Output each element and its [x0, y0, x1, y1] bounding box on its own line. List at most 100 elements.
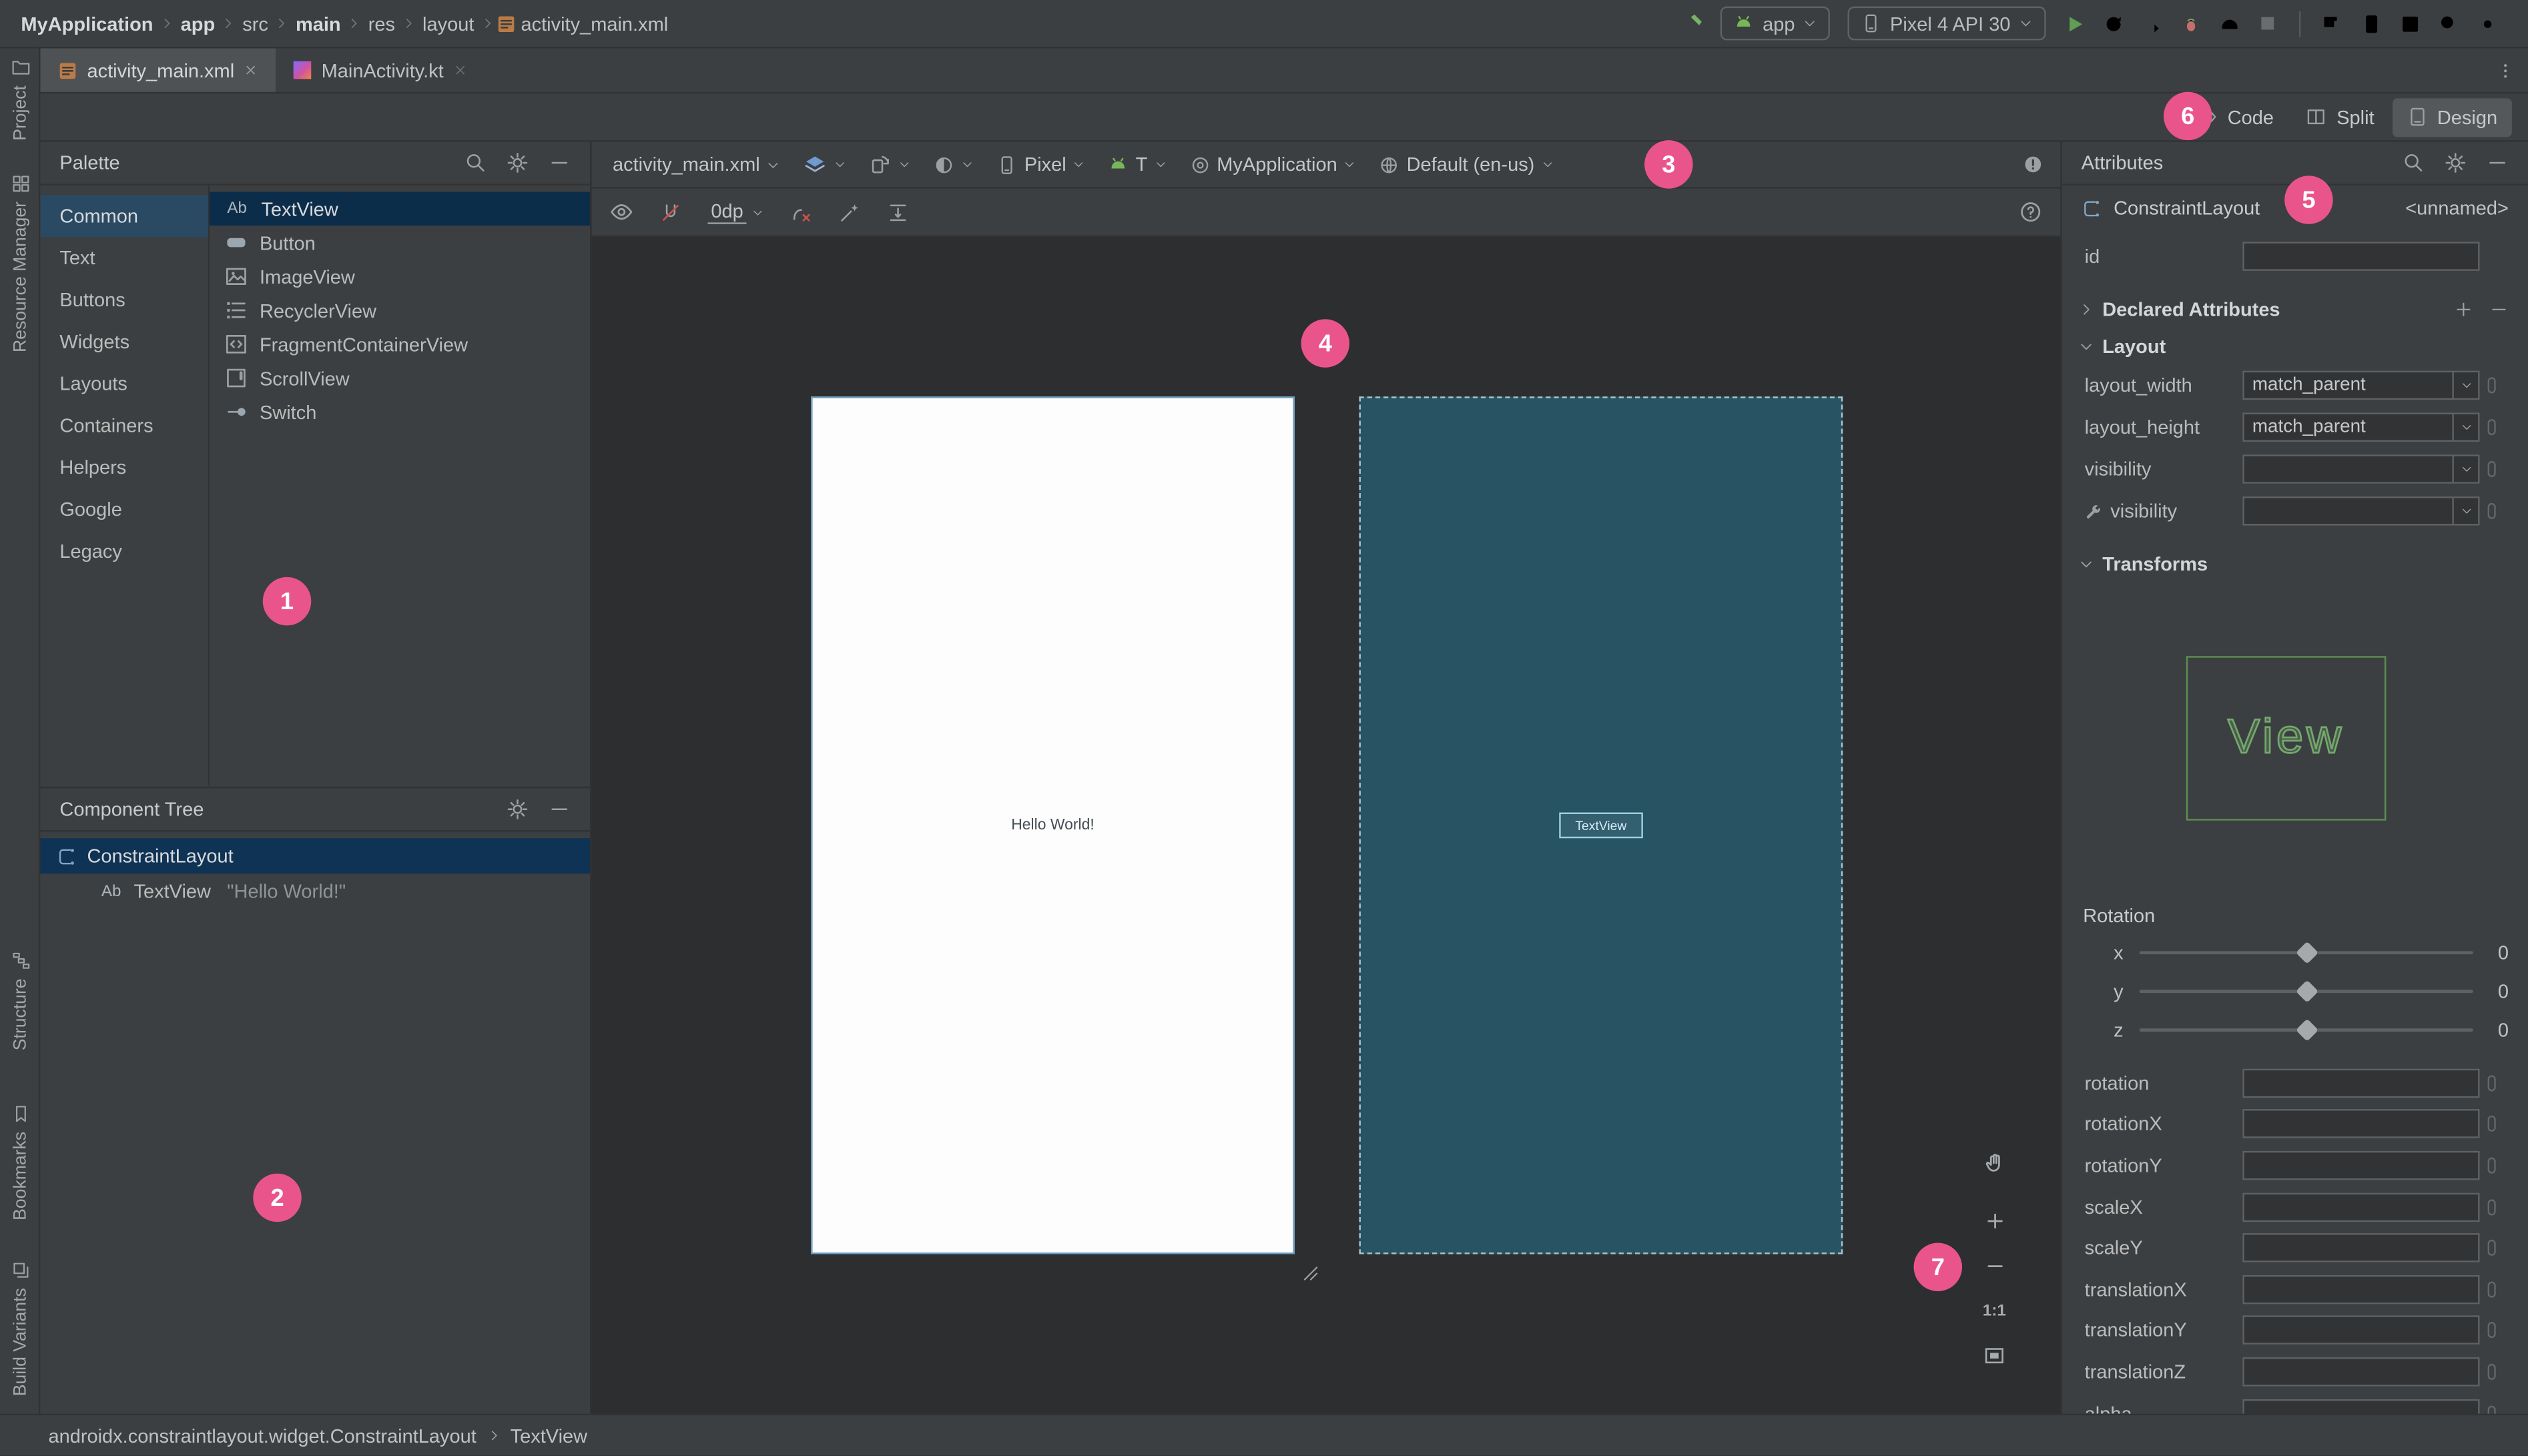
pin-toggle[interactable]	[2487, 1116, 2496, 1132]
sdk-manager-icon[interactable]	[2391, 5, 2429, 42]
palette-category-layouts[interactable]: Layouts	[40, 363, 208, 405]
palette-item-textview[interactable]: Ab TextView	[210, 192, 591, 226]
pin-toggle[interactable]	[2487, 1074, 2496, 1092]
night-mode-select[interactable]	[929, 145, 979, 184]
mode-design-button[interactable]: Design	[2392, 97, 2512, 137]
breadcrumb-main[interactable]: main	[291, 12, 346, 35]
run-button[interactable]	[2056, 5, 2093, 42]
rotation-y-input[interactable]	[2242, 1150, 2480, 1180]
issues-panel-icon[interactable]	[2021, 153, 2044, 176]
pin-toggle[interactable]	[2487, 1322, 2496, 1339]
settings-gear-icon[interactable]	[2469, 5, 2506, 42]
pin-toggle[interactable]	[2487, 377, 2496, 394]
layout-inspector-icon[interactable]	[2314, 5, 2351, 42]
slider-thumb[interactable]	[2294, 980, 2318, 1003]
zoom-reset-button[interactable]: 1:1	[1975, 1291, 2013, 1330]
layout-height-dropdown[interactable]: match_parent	[2242, 412, 2480, 442]
palette-item-imageview[interactable]: ImageView	[210, 260, 590, 294]
tree-item-textview[interactable]: Ab TextView "Hello World!"	[40, 873, 590, 909]
translation-y-input[interactable]	[2242, 1316, 2480, 1345]
rotation-z-slider[interactable]	[2139, 1018, 2473, 1042]
rotation-x-slider[interactable]	[2139, 941, 2473, 964]
build-hammer-icon[interactable]	[1674, 5, 1711, 42]
device-select[interactable]: Pixel	[992, 145, 1090, 184]
hello-world-textview[interactable]: Hello World!	[813, 817, 1293, 835]
file-variant-select[interactable]: activity_main.xml	[608, 145, 786, 184]
help-icon[interactable]	[2019, 200, 2043, 224]
add-attribute-icon[interactable]	[2454, 299, 2473, 318]
close-tab-icon[interactable]	[244, 63, 259, 77]
palette-item-button[interactable]: Button	[210, 226, 590, 260]
layout-width-dropdown[interactable]: match_parent	[2242, 370, 2480, 400]
theme-select[interactable]: MyApplication	[1185, 145, 1361, 184]
close-tab-icon[interactable]	[453, 63, 468, 77]
slider-thumb[interactable]	[2294, 941, 2318, 964]
palette-item-scrollview[interactable]: ScrollView	[210, 361, 590, 395]
pan-hand-icon[interactable]	[1975, 1143, 2013, 1182]
status-selected-view[interactable]: TextView	[511, 1424, 588, 1447]
canvas-resize-handle[interactable]	[1301, 1264, 1321, 1283]
status-path[interactable]: androidx.constraintlayout.widget.Constra…	[48, 1424, 476, 1447]
alpha-input[interactable]	[2242, 1398, 2480, 1414]
scale-y-input[interactable]	[2242, 1233, 2480, 1262]
zoom-in-button[interactable]	[1975, 1201, 2013, 1240]
pin-toggle[interactable]	[2487, 1363, 2496, 1380]
pin-toggle[interactable]	[2487, 1240, 2496, 1256]
palette-category-text[interactable]: Text	[40, 237, 208, 279]
stripe-build-variants[interactable]: Build Variants	[0, 1260, 40, 1396]
scale-x-input[interactable]	[2242, 1192, 2480, 1222]
locale-select[interactable]: Default (en-us)	[1374, 145, 1558, 184]
hide-panel-icon[interactable]	[548, 151, 571, 174]
visibility-dropdown[interactable]	[2242, 454, 2480, 484]
palette-category-helpers[interactable]: Helpers	[40, 446, 208, 488]
zoom-to-fit-button[interactable]	[1975, 1337, 2013, 1375]
palette-category-buttons[interactable]: Buttons	[40, 279, 208, 321]
pin-toggle[interactable]	[2487, 502, 2496, 519]
palette-category-containers[interactable]: Containers	[40, 404, 208, 446]
section-declared-attributes[interactable]: Declared Attributes	[2062, 290, 2528, 328]
search-everywhere-icon[interactable]	[2430, 5, 2467, 42]
orientation-select[interactable]	[865, 145, 916, 184]
attach-debugger-bug-icon[interactable]	[2172, 5, 2209, 42]
gear-icon[interactable]	[507, 798, 529, 821]
palette-category-google[interactable]: Google	[40, 488, 208, 530]
rotation-input[interactable]	[2242, 1068, 2480, 1098]
tools-visibility-dropdown[interactable]	[2242, 496, 2480, 526]
zoom-out-button[interactable]	[1975, 1246, 2013, 1285]
pin-toggle[interactable]	[2487, 1198, 2496, 1215]
breadcrumb-src[interactable]: src	[238, 12, 273, 35]
section-layout[interactable]: Layout	[2062, 327, 2528, 364]
search-icon[interactable]	[464, 151, 487, 174]
slider-thumb[interactable]	[2294, 1018, 2318, 1042]
breadcrumb-layout[interactable]: layout	[418, 12, 479, 35]
run-configuration-select[interactable]: app	[1720, 6, 1831, 41]
palette-category-common[interactable]: Common	[40, 195, 208, 238]
stop-icon[interactable]	[2249, 5, 2286, 42]
autoconnect-magnet-icon[interactable]	[659, 201, 682, 224]
pin-toggle[interactable]	[2487, 460, 2496, 478]
view-options-eye-icon[interactable]	[609, 200, 633, 224]
tab-main-activity-kt[interactable]: MainActivity.kt	[276, 48, 486, 91]
gear-icon[interactable]	[507, 151, 529, 174]
tree-item-constraintlayout[interactable]: ConstraintLayout	[40, 838, 591, 874]
target-device-select[interactable]: Pixel 4 API 30	[1848, 6, 2046, 41]
rotation-y-slider[interactable]	[2139, 980, 2473, 1003]
rotation-x-input[interactable]	[2242, 1110, 2480, 1139]
clear-constraints-icon[interactable]	[790, 201, 813, 224]
id-input[interactable]	[2242, 242, 2480, 271]
apply-code-changes-icon[interactable]	[2133, 5, 2170, 42]
hide-panel-icon[interactable]	[548, 798, 571, 821]
stripe-resource-manager[interactable]: Resource Manager	[0, 174, 40, 352]
apply-changes-icon[interactable]	[2094, 5, 2132, 42]
stripe-bookmarks[interactable]: Bookmarks	[0, 1104, 40, 1220]
default-margin-select[interactable]: 0dp	[707, 200, 765, 224]
surface-mode-select[interactable]	[799, 145, 852, 184]
remove-attribute-icon[interactable]	[2489, 299, 2509, 318]
hide-panel-icon[interactable]	[2486, 151, 2509, 174]
translation-x-input[interactable]	[2242, 1275, 2480, 1304]
pin-toggle[interactable]	[2487, 1157, 2496, 1174]
stripe-project[interactable]: Project	[0, 58, 40, 141]
infer-constraints-wand-icon[interactable]	[838, 201, 861, 224]
section-transforms[interactable]: Transforms	[2062, 545, 2528, 583]
breadcrumb-app[interactable]: app	[176, 12, 220, 35]
